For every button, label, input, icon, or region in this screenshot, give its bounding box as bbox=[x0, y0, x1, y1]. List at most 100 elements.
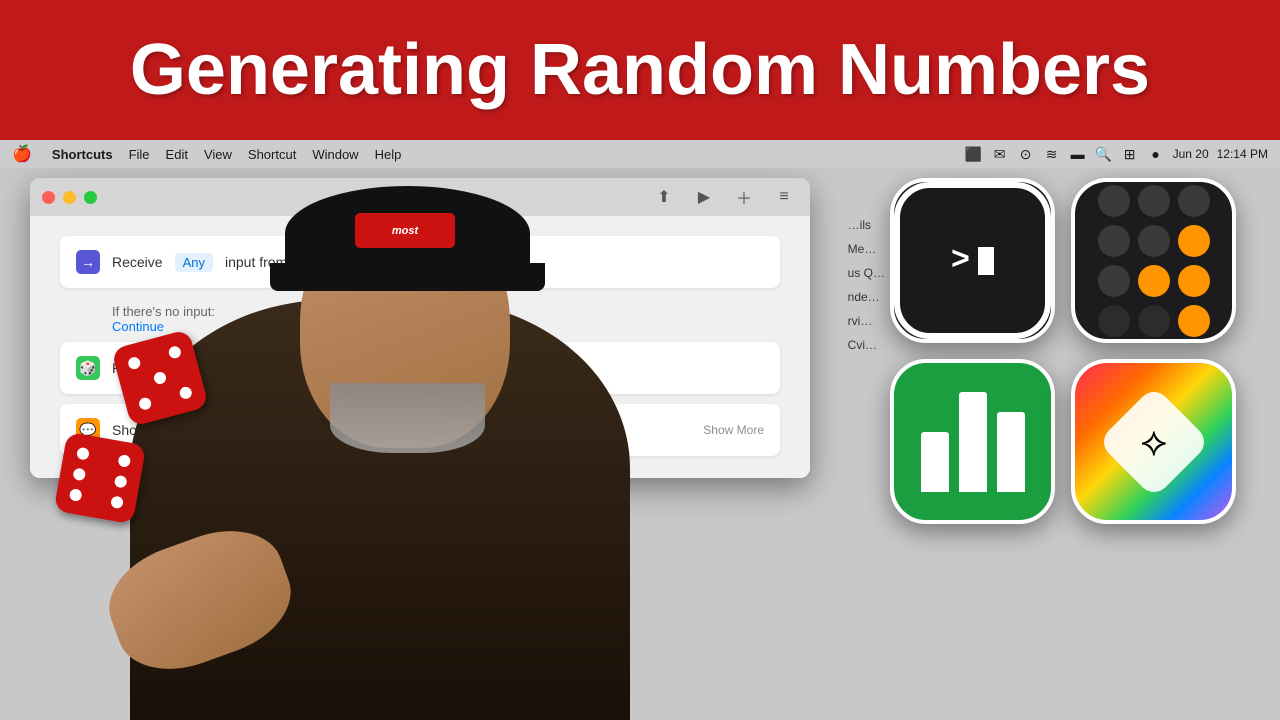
apple-menu[interactable]: 🍎 bbox=[12, 144, 32, 164]
screen-icon: ▬ bbox=[1069, 147, 1087, 161]
calc-buttons bbox=[1090, 178, 1218, 343]
close-button[interactable] bbox=[42, 191, 55, 204]
dot bbox=[68, 488, 82, 502]
window-titlebar: 🎲 Roll Die ⬆ ▶ ＋ ≡ bbox=[30, 178, 810, 216]
num2-tag[interactable]: ... bbox=[356, 359, 383, 378]
user-icon: ● bbox=[1147, 147, 1165, 161]
calc-btn-11 bbox=[1138, 305, 1170, 337]
shortcuts-diamond: ⟡ bbox=[1097, 385, 1210, 498]
numbers-app-wrapper[interactable] bbox=[890, 359, 1055, 524]
numbers-app-icon[interactable] bbox=[890, 359, 1055, 524]
right-text-line5: rvi… bbox=[848, 309, 885, 333]
dot bbox=[138, 397, 153, 412]
app-icon-row-2: ⟡ bbox=[890, 359, 1270, 524]
right-text-line4: nde… bbox=[848, 285, 885, 309]
menu-bar-right: ⬛ ✉ ⊙ ≋ ▬ 🔍 ⊞ ● Jun 20 12:14 PM bbox=[965, 147, 1268, 161]
calc-btn-8 bbox=[1138, 265, 1170, 297]
dot bbox=[76, 446, 90, 460]
menu-window[interactable]: Window bbox=[312, 147, 358, 162]
source-tag[interactable]: ... bbox=[299, 253, 326, 272]
search-icon[interactable]: 🔍 bbox=[1095, 147, 1113, 161]
time-display: 12:14 PM bbox=[1217, 147, 1268, 161]
calc-btn-3 bbox=[1178, 185, 1210, 217]
wifi-icon: ≋ bbox=[1043, 147, 1061, 161]
receive-label: Receive bbox=[112, 254, 163, 270]
calc-btn-2 bbox=[1138, 185, 1170, 217]
terminal-cursor bbox=[978, 247, 994, 275]
input-from-label: input from bbox=[225, 254, 287, 270]
dot bbox=[153, 371, 168, 386]
menu-shortcut[interactable]: Shortcut bbox=[248, 147, 296, 162]
chart-bar-3 bbox=[997, 412, 1025, 492]
alert-label: Show alert bbox=[112, 422, 178, 438]
calc-btn-10 bbox=[1098, 305, 1130, 337]
show-more-button[interactable]: Show More bbox=[703, 423, 764, 437]
menu-app-name[interactable]: Shortcuts bbox=[52, 147, 113, 162]
terminal-prompt: > bbox=[951, 242, 994, 279]
random-number-tag[interactable]: 🟩 Random Number bbox=[190, 420, 325, 440]
terminal-app-wrapper[interactable]: > bbox=[890, 178, 1055, 343]
dot bbox=[114, 475, 128, 489]
minimize-button[interactable] bbox=[63, 191, 76, 204]
receive-row: → Receive Any input from ... bbox=[60, 236, 780, 288]
control-center-icon[interactable]: ⊞ bbox=[1121, 147, 1139, 161]
right-text-line2: Me… bbox=[848, 237, 885, 261]
calc-btn-7 bbox=[1098, 265, 1130, 297]
shortcuts-symbol: ⟡ bbox=[1140, 419, 1166, 464]
die-2 bbox=[54, 432, 147, 525]
play-button[interactable]: ▶ bbox=[690, 186, 718, 208]
app-icon-row-1: > bbox=[890, 178, 1270, 343]
window-app-icon: 🎲 bbox=[384, 188, 402, 206]
screenshot-icon: ⬛ bbox=[965, 147, 983, 161]
shortcuts-window: 🎲 Roll Die ⬆ ▶ ＋ ≡ → Receive Any input f… bbox=[30, 178, 810, 478]
any-tag[interactable]: Any bbox=[175, 253, 213, 272]
app-icons-panel: > bbox=[890, 178, 1270, 708]
share-button[interactable]: ⬆ bbox=[650, 186, 678, 208]
window-title: 🎲 Roll Die bbox=[384, 188, 456, 206]
menu-view[interactable]: View bbox=[204, 147, 232, 162]
menu-help[interactable]: Help bbox=[375, 147, 402, 162]
add-button[interactable]: ＋ bbox=[730, 186, 758, 208]
calc-btn-1 bbox=[1098, 185, 1130, 217]
shortcuts-app-icon[interactable]: ⟡ bbox=[1071, 359, 1236, 524]
dot bbox=[168, 345, 183, 360]
menu-file[interactable]: File bbox=[129, 147, 150, 162]
dot bbox=[118, 454, 132, 468]
num1-tag[interactable]: 1 bbox=[285, 359, 308, 378]
numbers-chart bbox=[911, 382, 1035, 502]
calc-btn-9 bbox=[1178, 265, 1210, 297]
calc-btn-5 bbox=[1138, 225, 1170, 257]
and-label: and bbox=[320, 360, 343, 376]
settings-button[interactable]: ≡ bbox=[770, 186, 798, 208]
content-area: 🎲 Roll Die ⬆ ▶ ＋ ≡ → Receive Any input f… bbox=[0, 168, 1280, 720]
dot bbox=[72, 467, 86, 481]
window-toolbar: ⬆ ▶ ＋ ≡ bbox=[650, 186, 798, 208]
title-bar: Generating Random Numbers bbox=[0, 0, 1280, 140]
terminal-app-icon[interactable]: > bbox=[890, 178, 1055, 343]
calculator-app-icon[interactable] bbox=[1071, 178, 1236, 343]
shortcuts-app-wrapper[interactable]: ⟡ bbox=[1071, 359, 1236, 524]
receive-icon: → bbox=[76, 250, 100, 274]
chart-bar-2 bbox=[959, 392, 987, 492]
right-text-overlay: …ils Me… us Q… nde… rvi… Cvi… bbox=[848, 213, 885, 357]
location-icon: ⊙ bbox=[1017, 147, 1035, 161]
no-input-label: If there's no input: bbox=[112, 304, 764, 319]
calc-btn-6 bbox=[1178, 225, 1210, 257]
menu-edit[interactable]: Edit bbox=[166, 147, 188, 162]
right-text-line3: us Q… bbox=[848, 261, 885, 285]
chart-bar-1 bbox=[921, 432, 949, 492]
page-title: Generating Random Numbers bbox=[130, 29, 1150, 111]
random-icon: 🎲 bbox=[76, 356, 100, 380]
mail-icon: ✉ bbox=[991, 147, 1009, 161]
menu-bar: 🍎 Shortcuts File Edit View Shortcut Wind… bbox=[0, 140, 1280, 168]
continue-link[interactable]: Continue bbox=[112, 319, 764, 334]
right-text-line1: …ils bbox=[848, 213, 885, 237]
calc-btn-4 bbox=[1098, 225, 1130, 257]
dot bbox=[179, 386, 194, 401]
maximize-button[interactable] bbox=[84, 191, 97, 204]
dot bbox=[110, 496, 124, 510]
calculator-app-wrapper[interactable] bbox=[1071, 178, 1236, 343]
terminal-gt: > bbox=[951, 242, 970, 279]
date-display: Jun 20 bbox=[1173, 147, 1209, 161]
dot bbox=[127, 356, 142, 371]
